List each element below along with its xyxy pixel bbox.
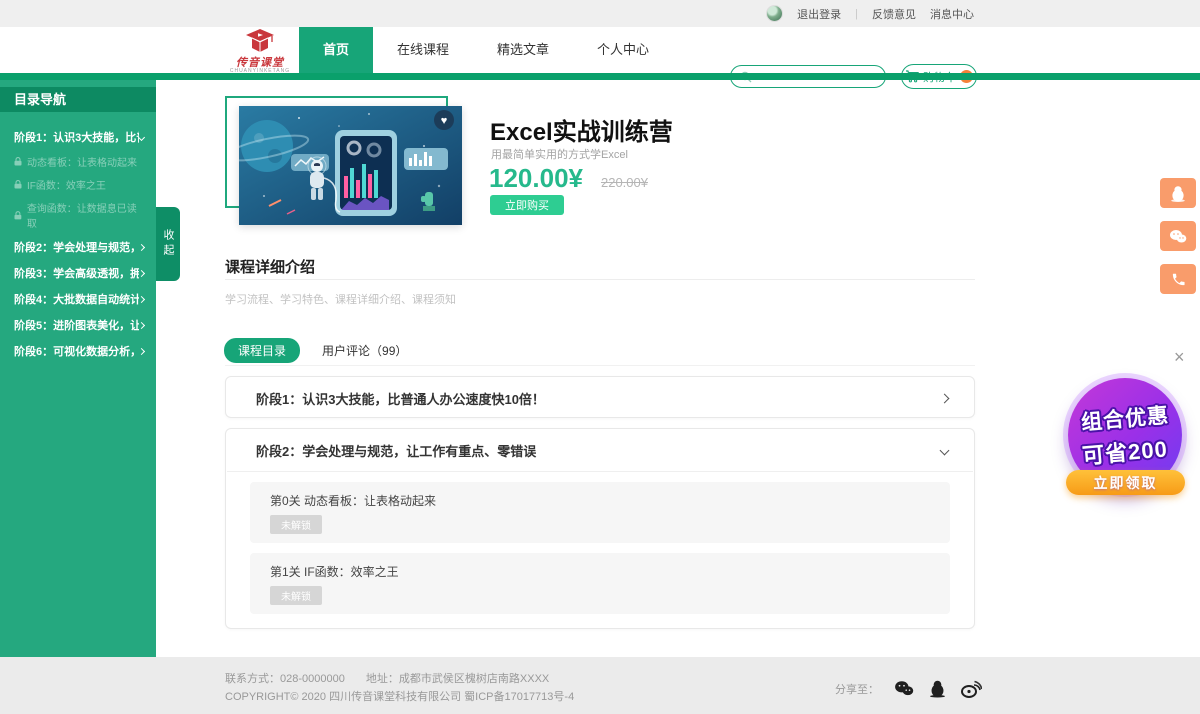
footer-share: 分享至： xyxy=(835,679,982,698)
lock-icon xyxy=(14,157,22,166)
topbar-divider: | xyxy=(855,8,858,20)
sidebar-lesson-locked-2[interactable]: IF函数：效率之王 xyxy=(10,173,148,196)
course-title: Excel实战训练营 xyxy=(490,112,673,147)
lock-icon xyxy=(14,180,22,189)
logout-link[interactable]: 退出登录 xyxy=(797,6,841,22)
chevron-right-icon xyxy=(138,295,145,302)
accordion-stage1: 阶段1：认识3大技能，比普通人办公速度快10倍！ xyxy=(225,376,975,418)
divider xyxy=(227,471,973,472)
heart-icon: ♥ xyxy=(441,115,448,127)
price-current: 120.00¥ xyxy=(489,163,583,194)
buy-now-button[interactable]: 立即购买 xyxy=(490,195,564,215)
detail-heading: 课程详细介绍 xyxy=(225,256,315,277)
chevron-down-icon xyxy=(138,133,145,140)
sidebar-item-stage6[interactable]: 阶段6：可视化数据分析，帮老板... xyxy=(10,338,148,364)
nav-item-courses[interactable]: 在线课程 xyxy=(373,27,473,73)
promo-claim-button[interactable]: 立即领取 xyxy=(1066,470,1185,495)
phone-contact-button[interactable] xyxy=(1160,264,1196,294)
sidebar-title: 目录导航 xyxy=(0,87,156,112)
chevron-right-icon xyxy=(940,393,950,403)
detail-description: 学习流程、学习特色、课程详细介绍、课程须知 xyxy=(225,291,456,307)
feedback-link[interactable]: 反馈意见 xyxy=(872,6,916,22)
chevron-down-icon xyxy=(940,445,950,455)
main-nav: 首页 在线课程 精选文章 个人中心 xyxy=(299,27,673,73)
wechat-contact-button[interactable] xyxy=(1160,221,1196,251)
sidebar-item-stage2[interactable]: 阶段2：学会处理与规范，让工作... xyxy=(10,234,148,260)
tab-comments[interactable]: 用户评论（99） xyxy=(322,342,407,359)
price-original: 220.00¥ xyxy=(601,175,648,190)
wechat-icon xyxy=(1169,229,1187,244)
chevron-right-icon xyxy=(138,243,145,250)
lock-icon xyxy=(14,211,22,220)
accordion-stage1-header[interactable]: 阶段1：认识3大技能，比普通人办公速度快10倍！ xyxy=(226,377,974,419)
wechat-icon xyxy=(894,680,914,697)
nav-item-profile[interactable]: 个人中心 xyxy=(573,27,673,73)
sidebar-collapse-button[interactable]: 收起 xyxy=(156,207,180,281)
sidebar-item-stage4[interactable]: 阶段4：大批数据自动统计分析，... xyxy=(10,286,148,312)
price-row: 120.00¥ 220.00¥ xyxy=(489,163,648,194)
sidebar-item-stage3[interactable]: 阶段3：学会高级透视，拥有同时... xyxy=(10,260,148,286)
nav-item-articles[interactable]: 精选文章 xyxy=(473,27,573,73)
footer-address: 地址：成都市武侯区槐树店南路XXXX xyxy=(366,673,549,685)
promo-line2: 可省200 xyxy=(1081,431,1169,470)
messages-link[interactable]: 消息中心 xyxy=(930,6,974,22)
accordion-stage2: 阶段2：学会处理与规范，让工作有重点、零错误 第0关 动态看板：让表格动起来 未… xyxy=(225,428,975,629)
nav-item-home[interactable]: 首页 xyxy=(299,27,373,73)
weibo-icon xyxy=(961,680,982,698)
share-qq-button[interactable] xyxy=(929,679,946,698)
lesson-item-1[interactable]: 第1关 IF函数：效率之王 未解锁 xyxy=(250,553,950,614)
topbar: 退出登录 | 反馈意见 消息中心 xyxy=(0,0,1200,27)
qq-contact-button[interactable] xyxy=(1160,178,1196,208)
divider xyxy=(225,365,975,366)
course-banner-image[interactable]: ♥ xyxy=(239,106,462,225)
sidebar-item-stage5[interactable]: 阶段5：进阶图表美化，让汇报一... xyxy=(10,312,148,338)
share-weibo-button[interactable] xyxy=(961,680,982,698)
avatar[interactable] xyxy=(766,5,783,22)
logo-cap-icon xyxy=(245,29,275,53)
divider xyxy=(225,279,975,280)
phone-icon xyxy=(1171,272,1186,287)
footer-contact-line: 联系方式：028-0000000 地址：成都市武侯区槐树店南路XXXX xyxy=(225,670,549,686)
content-tabs: 课程目录 用户评论（99） xyxy=(224,338,407,363)
tab-catalog[interactable]: 课程目录 xyxy=(224,338,300,363)
logo[interactable]: 传音课堂 CHUANYINKETANG xyxy=(222,29,298,74)
course-subtitle: 用最简单实用的方式学Excel xyxy=(491,146,628,162)
catalog-sidebar: 目录导航 阶段1：认识3大技能，比普通人... 动态看板：让表格动起来 IF函数… xyxy=(0,80,156,657)
promo-close-icon[interactable]: × xyxy=(1174,348,1185,366)
footer-copyright: COPYRIGHT© 2020 四川传音课堂科技有限公司 蜀ICP备170177… xyxy=(225,688,574,704)
chevron-right-icon xyxy=(138,321,145,328)
header-accent-bar xyxy=(0,73,1200,80)
status-badge: 未解锁 xyxy=(270,515,322,534)
sidebar-list: 阶段1：认识3大技能，比普通人... 动态看板：让表格动起来 IF函数：效率之王 xyxy=(0,112,156,364)
header: 传音课堂 CHUANYINKETANG 首页 在线课程 精选文章 个人中心 搜索… xyxy=(0,27,1200,73)
sidebar-lesson-locked-3[interactable]: 查询函数：让数据息已读取 xyxy=(10,196,148,234)
logo-title: 传音课堂 xyxy=(222,58,298,68)
qq-icon xyxy=(929,679,946,698)
qq-icon xyxy=(1170,185,1186,202)
page: 退出登录 | 反馈意见 消息中心 传音课堂 CHUANYINKETANG 首页 … xyxy=(0,0,1200,714)
status-badge: 未解锁 xyxy=(270,586,322,605)
sidebar-lesson-locked-1[interactable]: 动态看板：让表格动起来 xyxy=(10,150,148,173)
sidebar-item-stage1[interactable]: 阶段1：认识3大技能，比普通人... xyxy=(10,124,148,150)
share-label: 分享至： xyxy=(835,681,879,697)
footer: 联系方式：028-0000000 地址：成都市武侯区槐树店南路XXXX COPY… xyxy=(0,657,1200,714)
chevron-right-icon xyxy=(138,269,145,276)
share-wechat-button[interactable] xyxy=(894,680,914,697)
chevron-right-icon xyxy=(138,347,145,354)
footer-contact: 联系方式：028-0000000 xyxy=(225,673,345,685)
lesson-item-0[interactable]: 第0关 动态看板：让表格动起来 未解锁 xyxy=(250,482,950,543)
accordion-stage2-header[interactable]: 阶段2：学会处理与规范，让工作有重点、零错误 xyxy=(226,429,974,471)
